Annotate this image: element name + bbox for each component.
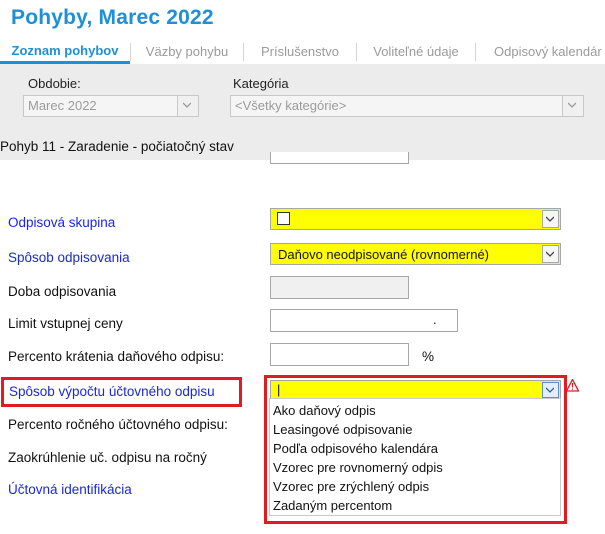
uctovna-identifikacia-label[interactable]: Účtovná identifikácia bbox=[8, 482, 132, 497]
sposob-vypoctu-select[interactable]: | bbox=[270, 380, 561, 400]
chevron-down-icon bbox=[546, 216, 554, 222]
period-label: Obdobie: bbox=[28, 76, 81, 91]
dropdown-option[interactable]: Zadaným percentom bbox=[273, 498, 392, 513]
percent-unit: % bbox=[422, 349, 435, 364]
sposob-odpisovania-select[interactable]: Daňovo neodpisované (rovnomerné) bbox=[270, 243, 561, 265]
sposob-odpisovania-value: Daňovo neodpisované (rovnomerné) bbox=[278, 247, 490, 262]
sposob-vypoctu-dropdown-list: Ako daňový odpis Leasingové odpisovanie … bbox=[269, 398, 561, 516]
filter-panel: Obdobie: Marec 2022 Kategória <Všetky ka… bbox=[0, 64, 605, 132]
category-select-value: <Všetky kategórie> bbox=[235, 98, 347, 113]
tab-odpisovy-kalendar[interactable]: Odpisový kalendár bbox=[476, 40, 605, 64]
category-dropdown-button[interactable] bbox=[562, 96, 583, 116]
sposob-odpisovania-label[interactable]: Spôsob odpisovania bbox=[8, 250, 130, 265]
limit-vstupnej-ceny-label: Limit vstupnej ceny bbox=[8, 316, 123, 331]
dropdown-option[interactable]: Ako daňový odpis bbox=[273, 403, 376, 418]
percento-kratenia-label: Percento krátenia daňového odpisu: bbox=[8, 349, 225, 364]
partial-field[interactable] bbox=[270, 152, 409, 164]
period-dropdown-button[interactable] bbox=[177, 96, 198, 116]
warning-icon bbox=[566, 379, 579, 392]
category-select[interactable]: <Všetky kategórie> bbox=[230, 95, 584, 117]
page-title: Pohyby, Marec 2022 bbox=[11, 6, 214, 29]
tab-bar: Zoznam pohybov Väzby pohybu Príslušenstv… bbox=[0, 40, 605, 64]
percento-rocneho-label: Percento ročného účtovného odpisu: bbox=[8, 417, 228, 432]
chevron-down-icon bbox=[546, 387, 554, 393]
chevron-down-icon bbox=[546, 251, 554, 257]
section-title: Pohyb 11 - Zaradenie - počiatočný stav bbox=[0, 139, 234, 154]
period-select-value: Marec 2022 bbox=[28, 98, 97, 113]
percento-kratenia-input[interactable] bbox=[270, 343, 409, 366]
sposob-vypoctu-dropdown-button[interactable] bbox=[542, 382, 559, 398]
odpisova-skupina-dropdown-button[interactable] bbox=[542, 210, 559, 228]
tab-volitelne-udaje[interactable]: Voliteľné údaje bbox=[357, 40, 475, 64]
dropdown-option[interactable]: Podľa odpisového kalendára bbox=[273, 441, 438, 456]
category-label: Kategória bbox=[233, 76, 289, 91]
limit-vstupnej-ceny-value: . bbox=[433, 312, 437, 327]
period-select[interactable]: Marec 2022 bbox=[23, 95, 199, 117]
tab-vazby-pohybu[interactable]: Väzby pohybu bbox=[131, 40, 243, 64]
odpisova-skupina-select[interactable] bbox=[270, 208, 561, 230]
dropdown-option[interactable]: Leasingové odpisovanie bbox=[273, 422, 413, 437]
sposob-vypoctu-label[interactable]: Spôsob výpočtu účtovného odpisu bbox=[9, 384, 215, 399]
dropdown-option[interactable]: Vzorec pre zrýchlený odpis bbox=[273, 479, 429, 494]
chevron-down-icon bbox=[183, 102, 191, 108]
zaokruhlenie-label: Zaokrúhlenie uč. odpisu na ročný bbox=[8, 450, 207, 465]
dropdown-option[interactable]: Vzorec pre rovnomerný odpis bbox=[273, 460, 443, 475]
tab-prislusenstvo[interactable]: Príslušenstvo bbox=[244, 40, 356, 64]
limit-vstupnej-ceny-input[interactable]: . bbox=[270, 309, 458, 332]
doba-odpisovania-input[interactable] bbox=[270, 276, 409, 299]
odpisova-skupina-label[interactable]: Odpisová skupina bbox=[8, 215, 115, 230]
text-cursor: | bbox=[277, 382, 281, 397]
chevron-down-icon bbox=[568, 102, 576, 108]
checkbox-icon[interactable] bbox=[277, 212, 290, 225]
sposob-odpisovania-dropdown-button[interactable] bbox=[542, 245, 559, 263]
tab-zoznam-pohybov[interactable]: Zoznam pohybov bbox=[0, 40, 130, 64]
doba-odpisovania-label: Doba odpisovania bbox=[8, 284, 117, 299]
